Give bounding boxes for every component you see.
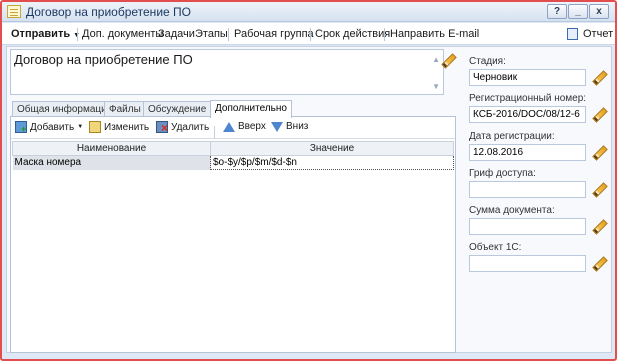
- column-header-value[interactable]: Значение: [210, 141, 454, 156]
- panel-toolbar: Добавить ▼ Изменить Удалить Вверх: [11, 117, 455, 139]
- edit-button[interactable]: Изменить: [89, 121, 149, 133]
- title-bar: Договор на приобретение ПО ? _ x: [2, 2, 615, 22]
- access-label: Гриф доступа:: [469, 168, 536, 179]
- pencil-icon[interactable]: [591, 220, 605, 234]
- toolbar-divider: [210, 126, 215, 139]
- pencil-icon[interactable]: [440, 54, 454, 68]
- move-up-label: Вверх: [238, 121, 266, 132]
- validity-period-button[interactable]: Срок действия: [315, 28, 390, 40]
- toolbar-divider: [228, 28, 229, 41]
- tab-general-info[interactable]: Общая информация: [12, 101, 118, 117]
- window-controls: ? _ x: [547, 4, 609, 19]
- regnum-field[interactable]: КСБ-2016/DOC/08/12-6: [469, 106, 586, 123]
- object-1c-label: Объект 1С:: [469, 242, 522, 253]
- report-icon: [567, 28, 578, 40]
- table-row[interactable]: Маска номера $o-$y/$p/$m/$d-$n: [12, 155, 454, 170]
- add-icon: [15, 121, 27, 134]
- cell-value[interactable]: $o-$y/$p/$m/$d-$n: [210, 155, 454, 170]
- tab-files[interactable]: Файлы: [104, 101, 146, 117]
- toolbar-divider: [310, 28, 311, 41]
- send-menu-button[interactable]: Отправить ▼: [11, 28, 80, 40]
- workgroup-button[interactable]: Рабочая группа: [234, 28, 314, 40]
- stages-button[interactable]: Этапы: [195, 28, 228, 40]
- help-button[interactable]: ?: [547, 4, 567, 19]
- toolbar-divider: [384, 28, 385, 41]
- subject-field[interactable]: Договор на приобретение ПО ▲ ▼: [10, 49, 444, 95]
- pencil-icon[interactable]: [591, 146, 605, 160]
- sum-label: Сумма документа:: [469, 205, 555, 216]
- send-email-button[interactable]: Направить E-mail: [390, 28, 479, 40]
- delete-button[interactable]: Удалить: [156, 121, 210, 135]
- document-window: Договор на приобретение ПО ? _ x Отправи…: [0, 0, 617, 361]
- tab-additional[interactable]: Дополнительно: [210, 100, 292, 118]
- stage-field[interactable]: Черновик: [469, 69, 586, 86]
- table-header-row: Наименование Значение: [12, 141, 454, 156]
- cell-name[interactable]: Маска номера: [12, 155, 211, 170]
- scroll-down-icon[interactable]: ▼: [432, 82, 440, 91]
- attributes-table: Наименование Значение Маска номера $o-$y…: [12, 141, 454, 170]
- edit-icon: [89, 121, 101, 133]
- add-button[interactable]: Добавить ▼: [15, 121, 84, 134]
- move-down-button[interactable]: Вниз: [271, 121, 308, 132]
- arrow-up-icon: [223, 121, 235, 132]
- document-icon: [7, 5, 21, 18]
- pencil-icon[interactable]: [591, 183, 605, 197]
- delete-icon: [156, 121, 168, 135]
- additional-documents-button[interactable]: Доп. документы: [82, 28, 163, 40]
- document-content: Договор на приобретение ПО ▲ ▼ Общая инф…: [6, 46, 612, 353]
- toolbar-divider: [77, 28, 78, 41]
- stage-label: Стадия:: [469, 56, 506, 67]
- add-label: Добавить: [30, 121, 75, 133]
- column-header-name[interactable]: Наименование: [12, 141, 211, 156]
- tab-discussion[interactable]: Обсуждение: [143, 101, 212, 117]
- minimize-button[interactable]: _: [568, 4, 588, 19]
- object-1c-field[interactable]: [469, 255, 586, 272]
- subject-text: Договор на приобретение ПО: [14, 52, 193, 67]
- access-field[interactable]: [469, 181, 586, 198]
- pencil-icon[interactable]: [591, 257, 605, 271]
- move-up-button[interactable]: Вверх: [223, 121, 266, 132]
- additional-panel: Добавить ▼ Изменить Удалить Вверх: [10, 116, 456, 353]
- report-button[interactable]: Отчет: [583, 28, 613, 40]
- main-toolbar: Отправить ▼ Доп. документы Задачи Этапы …: [2, 23, 615, 45]
- move-down-label: Вниз: [286, 121, 309, 132]
- delete-label: Удалить: [171, 121, 210, 133]
- arrow-down-icon: [271, 121, 283, 132]
- edit-label: Изменить: [104, 121, 150, 133]
- tasks-button[interactable]: Задачи: [158, 28, 195, 40]
- regdate-field[interactable]: 12.08.2016: [469, 144, 586, 161]
- regnum-label: Регистрационный номер:: [469, 93, 587, 104]
- pencil-icon[interactable]: [591, 108, 605, 122]
- scroll-up-icon[interactable]: ▲: [432, 55, 440, 64]
- chevron-down-icon: ▼: [77, 124, 84, 130]
- window-title: Договор на приобретение ПО: [26, 5, 191, 19]
- send-label: Отправить: [11, 28, 71, 40]
- regdate-label: Дата регистрации:: [469, 131, 555, 142]
- pencil-icon[interactable]: [591, 71, 605, 85]
- close-button[interactable]: x: [589, 4, 609, 19]
- sum-field[interactable]: [469, 218, 586, 235]
